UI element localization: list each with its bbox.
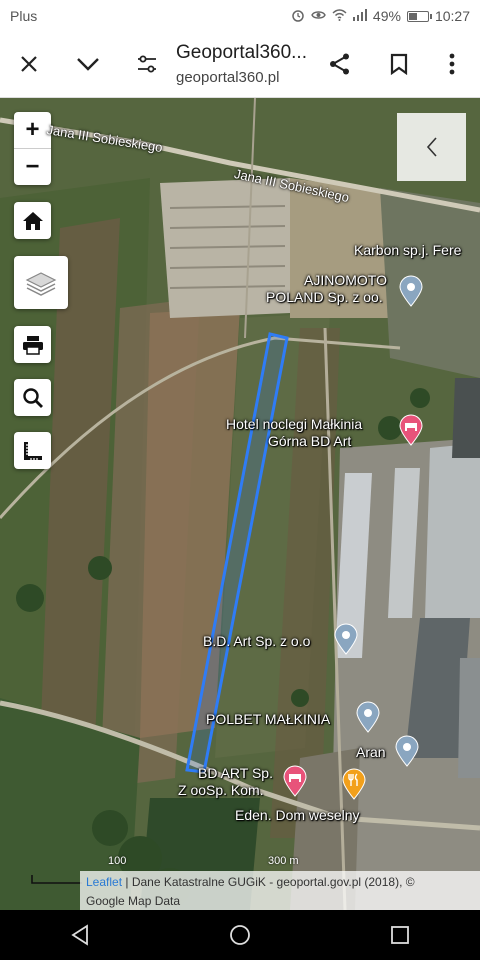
location-pin-icon[interactable] (398, 275, 424, 312)
recents-icon[interactable] (380, 915, 420, 955)
place-label: AJINOMOTO (304, 272, 387, 288)
back-icon[interactable] (60, 915, 100, 955)
hotel-pin-icon[interactable] (398, 414, 424, 451)
share-icon[interactable] (325, 49, 355, 79)
page-url: geoportal360.pl (176, 69, 280, 86)
zoom-controls: + − (14, 112, 51, 185)
more-vert-icon[interactable] (437, 49, 467, 79)
place-label: Górna BD Art (268, 433, 352, 449)
place-label: Z ooSp. Kom. (178, 782, 264, 798)
wifi-icon (332, 8, 347, 24)
attribution-text-line2: Google Map Data (86, 894, 181, 908)
map-view[interactable]: + − Jana III Sobieskiego Jana III Sobies… (0, 98, 480, 910)
carrier-label: Plus (10, 8, 38, 24)
place-label: BD ART Sp. (198, 765, 273, 781)
page-title: Geoportal360... (176, 42, 307, 63)
signal-icon (352, 8, 367, 24)
search-icon (22, 387, 43, 408)
home-button[interactable] (14, 202, 51, 239)
attribution-text: | Dane Katastralne GUGiK - geoportal.gov… (122, 875, 415, 889)
print-icon (22, 335, 43, 355)
home-icon (22, 211, 43, 230)
place-label: Hotel noclegi Małkinia (226, 416, 363, 432)
restaurant-pin-icon[interactable] (341, 768, 367, 805)
measure-button[interactable] (14, 432, 51, 469)
home-circle-icon[interactable] (220, 915, 260, 955)
status-bar: Plus 49% 10:27 (0, 0, 480, 32)
battery-icon (406, 10, 432, 22)
location-pin-icon[interactable] (355, 701, 381, 738)
leaflet-link[interactable]: Leaflet (86, 875, 122, 889)
scale-label: 100 (108, 855, 127, 867)
eye-icon (311, 9, 326, 24)
place-label: POLAND Sp. z oo. (266, 289, 383, 305)
system-nav-bar (0, 910, 480, 960)
bookmark-icon[interactable] (384, 49, 414, 79)
alarm-icon (291, 8, 305, 25)
place-label: B.D. Art Sp. z o.o (203, 633, 311, 649)
battery-percent: 49% (372, 8, 401, 24)
layers-icon (25, 271, 57, 296)
chevron-left-icon (426, 137, 437, 157)
settings-sliders-icon[interactable] (132, 49, 162, 79)
status-icons: 49% 10:27 (291, 8, 470, 25)
zoom-out-button[interactable]: − (14, 148, 51, 185)
chevron-down-icon[interactable] (73, 49, 103, 79)
place-label: Karbon sp.j. Fere (354, 242, 462, 258)
place-label: Eden. Dom weselny (235, 807, 360, 823)
print-button[interactable] (14, 326, 51, 363)
panel-toggle-button[interactable] (397, 113, 466, 181)
zoom-in-button[interactable]: + (14, 112, 51, 148)
layers-button[interactable] (14, 256, 68, 309)
measure-icon (23, 441, 42, 460)
place-label: Aran (356, 744, 386, 760)
scale-label: 300 m (268, 855, 299, 867)
close-icon[interactable] (14, 49, 44, 79)
hotel-pin-icon[interactable] (282, 765, 308, 802)
search-button[interactable] (14, 379, 51, 416)
location-pin-icon[interactable] (394, 735, 420, 772)
place-label: POLBET MAŁKINIA (206, 711, 331, 727)
browser-toolbar: Geoportal360... geoportal360.pl (0, 32, 480, 98)
location-pin-icon[interactable] (333, 623, 359, 660)
clock: 10:27 (434, 8, 470, 24)
attribution: Leaflet | Dane Katastralne GUGiK - geopo… (80, 871, 480, 910)
